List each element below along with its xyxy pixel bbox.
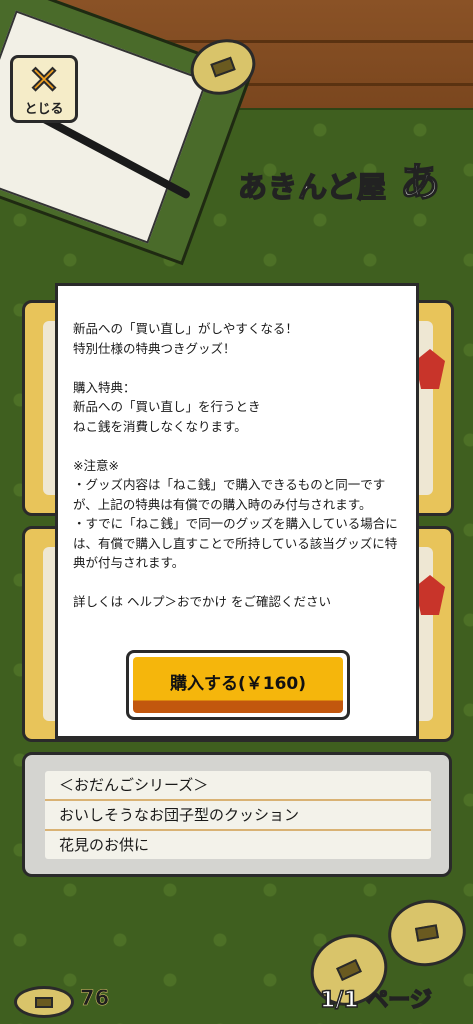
purchase-dialog: 新品への「買い直し」がしやすくなる！ 特別仕様の特典つきグッズ！ 購入特典： 新…	[55, 283, 419, 739]
buy-button[interactable]: 購入する(￥160)	[126, 650, 350, 720]
dialog-line: 特別仕様の特典つきグッズ！	[73, 340, 236, 356]
close-icon: ✕	[27, 57, 61, 102]
description-line: 花見のお供に	[59, 836, 150, 854]
close-button-label: とじる	[24, 101, 64, 117]
dialog-line: 詳しくは ヘルプ＞おでかけ をご確認ください	[73, 594, 331, 609]
dialog-line	[73, 358, 409, 378]
close-button[interactable]: ✕ とじる	[10, 55, 78, 123]
description-line: おいしそうなお団子型のクッション	[45, 801, 431, 831]
dialog-line: 新品への「買い直し」を行うとき	[73, 399, 261, 414]
dialog-text: 新品への「買い直し」がしやすくなる！ 特別仕様の特典つきグッズ！ 購入特典： 新…	[73, 319, 409, 612]
coin-counter-icon	[14, 986, 74, 1018]
page-indicator: 1/1 ページ	[319, 987, 432, 1014]
dialog-line: ・グッズ内容は「ねこ銭」で購入できるものと同一ですが、上記の特典は有償での購入時…	[73, 477, 386, 512]
dialog-line: 新品への「買い直し」がしやすくなる！	[73, 321, 298, 336]
coin-count: 76	[80, 986, 110, 1011]
dialog-line: ・すでに「ねこ銭」で同一のグッズを購入している場合には、有償で購入し直すことで所…	[73, 516, 398, 570]
shop-title: あきんど屋	[237, 169, 388, 205]
dialog-line: ねこ銭を消費しなくなります。	[73, 418, 247, 434]
dialog-line: 購入特典：	[73, 379, 136, 395]
item-description: ＜おだんごシリーズ＞ おいしそうなお団子型のクッション 花見のお供に	[22, 752, 452, 877]
dialog-line: ※注意※	[73, 457, 119, 473]
description-line: ＜おだんごシリーズ＞	[45, 771, 431, 801]
shop-logo-icon: あ	[399, 159, 441, 207]
buy-button-label: 購入する(￥160)	[133, 657, 343, 713]
dialog-line	[73, 573, 409, 593]
dialog-line	[73, 436, 409, 456]
